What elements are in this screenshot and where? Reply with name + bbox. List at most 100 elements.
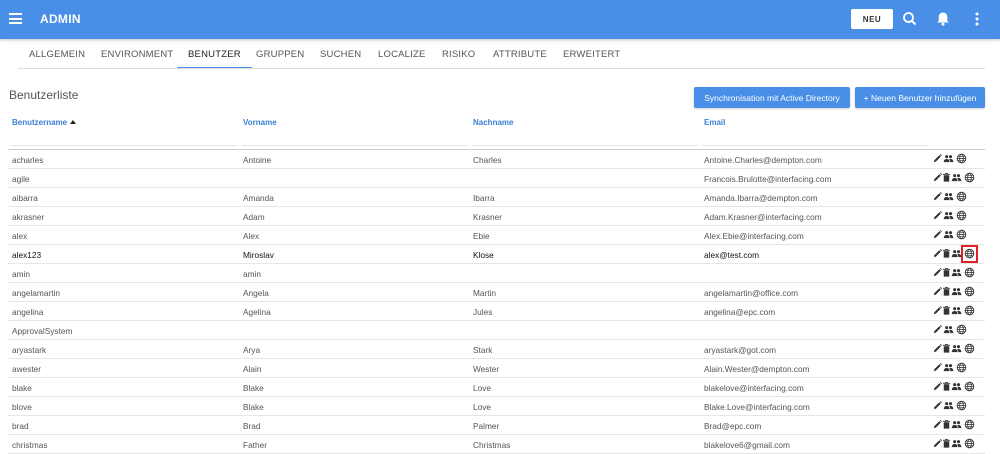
table-row[interactable]: christmas Father Christmas blakelove6@gmail… <box>8 435 985 454</box>
table-row[interactable]: alex123 Miroslav Klose alex@test.com <box>8 245 985 264</box>
localize-globe-icon[interactable] <box>964 419 975 430</box>
localize-globe-icon[interactable] <box>964 343 975 354</box>
filter-email-input[interactable] <box>703 129 929 146</box>
groups-people-icon[interactable] <box>943 400 954 411</box>
cell-lastname: Charles <box>473 155 502 165</box>
edit-pencil-icon[interactable] <box>932 400 943 411</box>
table-row[interactable]: brad Brad Palmer Brad@epc.com <box>8 416 985 435</box>
groups-people-icon[interactable] <box>943 229 954 240</box>
localize-globe-icon[interactable] <box>956 362 967 373</box>
filter-firstname-input[interactable] <box>242 129 468 146</box>
groups-people-icon[interactable] <box>943 362 954 373</box>
cell-firstname: Angela <box>243 288 269 298</box>
cell-email: blakelove6@gmail.com <box>704 440 790 450</box>
table-row[interactable]: blake Blake Love blakelove@interfacing.com <box>8 378 985 397</box>
localize-globe-icon[interactable] <box>964 305 975 316</box>
cell-email: Amanda.Ibarra@dempton.com <box>704 193 818 203</box>
cell-lastname: Ebie <box>473 231 490 241</box>
groups-people-icon[interactable] <box>951 172 962 183</box>
groups-people-icon[interactable] <box>951 343 962 354</box>
groups-people-icon[interactable] <box>943 324 954 335</box>
cell-email: alex@test.com <box>704 250 759 260</box>
cell-email: Brad@epc.com <box>704 421 762 431</box>
tab-benutzer[interactable]: BENUTZER <box>177 43 252 69</box>
localize-globe-icon[interactable] <box>964 381 975 392</box>
table-row[interactable]: blove Blake Love Blake.Love@interfacing.com <box>8 397 985 416</box>
cell-lastname: Love <box>473 383 491 393</box>
tab-erweitert[interactable]: ERWEITERT <box>552 43 631 69</box>
cell-lastname: Stark <box>473 345 493 355</box>
column-header-firstname[interactable]: Vorname <box>243 118 277 127</box>
table-row[interactable]: angelamartin Angela Martin angelamartin@off… <box>8 283 985 302</box>
search-icon[interactable] <box>900 9 920 29</box>
localize-globe-icon[interactable] <box>964 267 975 278</box>
localize-globe-icon[interactable] <box>956 153 967 164</box>
groups-people-icon[interactable] <box>943 191 954 202</box>
localize-globe-icon[interactable] <box>956 324 967 335</box>
edit-pencil-icon[interactable] <box>932 153 943 164</box>
cell-lastname: Klose <box>473 250 494 260</box>
new-button[interactable]: NEU <box>851 9 893 29</box>
localize-globe-icon[interactable] <box>964 172 975 183</box>
groups-people-icon[interactable] <box>943 153 954 164</box>
localize-globe-icon[interactable] <box>956 229 967 240</box>
column-header-email[interactable]: Email <box>704 118 725 127</box>
tab-risiko[interactable]: RISIKO <box>431 43 486 69</box>
localize-globe-icon[interactable] <box>964 286 975 297</box>
filter-username-input[interactable] <box>11 129 237 146</box>
groups-people-icon[interactable] <box>951 381 962 392</box>
cell-email: Antoine.Charles@dempton.com <box>704 155 822 165</box>
localize-globe-icon[interactable] <box>956 210 967 221</box>
app-title: ADMIN <box>40 12 81 26</box>
notifications-bell-icon[interactable] <box>933 9 953 29</box>
tab-environment[interactable]: ENVIRONMENT <box>90 43 184 69</box>
table-row[interactable]: angelina Agelina Jules angelina@epc.com <box>8 302 985 321</box>
table-row[interactable]: awester Alain Wester Alain.Wester@dempton.c… <box>8 359 985 378</box>
add-user-button[interactable]: + Neuen Benutzer hinzufügen <box>855 87 985 108</box>
table-row[interactable]: amin amin <box>8 264 985 283</box>
localize-globe-icon[interactable] <box>964 438 975 449</box>
cell-username: awester <box>12 364 42 374</box>
table-row[interactable]: aryastark Arya Stark aryastark@got.com <box>8 340 985 359</box>
cell-lastname: Wester <box>473 364 500 374</box>
localize-globe-icon[interactable] <box>956 191 967 202</box>
groups-people-icon[interactable] <box>951 419 962 430</box>
table-row[interactable]: acharles Antoine Charles Antoine.Charles@de… <box>8 150 985 169</box>
table-row[interactable]: agile Francois.Brulotte@interfacing.com <box>8 169 985 188</box>
tab-attribute[interactable]: ATTRIBUTE <box>482 43 558 69</box>
table-row[interactable]: akrasner Adam Krasner Adam.Krasner@interfac… <box>8 207 985 226</box>
groups-people-icon[interactable] <box>951 286 962 297</box>
cell-lastname: Jules <box>473 307 493 317</box>
cell-email: angelamartin@office.com <box>704 288 799 298</box>
table-row[interactable]: ApprovalSystem <box>8 321 985 340</box>
groups-people-icon[interactable] <box>951 305 962 316</box>
localize-globe-icon[interactable] <box>956 400 967 411</box>
cell-username: alex123 <box>12 250 42 260</box>
hamburger-menu-icon[interactable] <box>9 13 22 24</box>
column-header-lastname[interactable]: Nachname <box>473 118 513 127</box>
tab-localize[interactable]: LOCALIZE <box>367 43 437 69</box>
groups-people-icon[interactable] <box>951 438 962 449</box>
more-vert-icon[interactable] <box>967 9 987 29</box>
edit-pencil-icon[interactable] <box>932 362 943 373</box>
tabs-divider <box>18 68 985 69</box>
edit-pencil-icon[interactable] <box>932 191 943 202</box>
tab-allgemein[interactable]: ALLGEMEIN <box>18 43 96 69</box>
tab-gruppen[interactable]: GRUPPEN <box>245 43 315 69</box>
cell-username: ApprovalSystem <box>12 326 73 336</box>
section-title: Benutzerliste <box>9 88 79 102</box>
sort-ascending-icon <box>70 120 77 124</box>
edit-pencil-icon[interactable] <box>932 229 943 240</box>
filter-lastname-input[interactable] <box>472 129 698 146</box>
tab-suchen[interactable]: SUCHEN <box>309 43 372 69</box>
sync-active-directory-button[interactable]: Synchronisation mit Active Directory <box>694 87 850 108</box>
edit-pencil-icon[interactable] <box>932 324 943 335</box>
table-row[interactable]: aibarra Amanda Ibarra Amanda.Ibarra@dempton… <box>8 188 985 207</box>
edit-pencil-icon[interactable] <box>932 210 943 221</box>
groups-people-icon[interactable] <box>943 210 954 221</box>
cell-username: aibarra <box>12 193 38 203</box>
table-row[interactable]: alex Alex Ebie Alex.Ebie@interfacing.com <box>8 226 985 245</box>
groups-people-icon[interactable] <box>951 267 962 278</box>
cell-email: Francois.Brulotte@interfacing.com <box>704 174 832 184</box>
column-header-username[interactable]: Benutzername <box>12 118 77 127</box>
